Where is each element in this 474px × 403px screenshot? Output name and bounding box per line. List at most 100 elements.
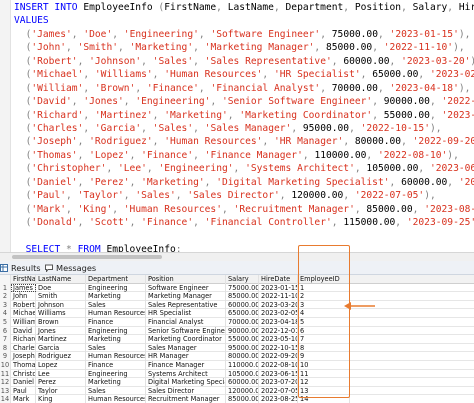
code-line[interactable]: ('Joseph', 'Rodriguez', 'Human Resources… xyxy=(14,135,474,148)
cell-firstname[interactable]: Thomas xyxy=(11,361,36,370)
table-row[interactable]: 3 Robert Johnson Sales Sales Representative 6… xyxy=(0,300,474,310)
row-number[interactable]: 8 xyxy=(0,343,11,353)
row-number[interactable]: 3 xyxy=(0,300,11,310)
table-row[interactable]: 1 James Doe Engineering Software Engineer 750… xyxy=(0,283,474,293)
cell-lastname[interactable]: Brown xyxy=(36,318,86,327)
cell-lastname[interactable]: Perez xyxy=(36,378,86,387)
cell-hiredate[interactable]: 2023-03-20 xyxy=(259,300,298,310)
cell-department[interactable]: Marketing xyxy=(86,378,146,387)
cell-employeeid[interactable]: 9 xyxy=(298,352,350,361)
cell-lastname[interactable]: Williams xyxy=(36,309,86,318)
cell-salary[interactable]: 95000.00 xyxy=(226,343,259,353)
table-row[interactable]: 11ChristopherLeeEngineeringSystems Archi… xyxy=(0,369,474,379)
row-number[interactable]: 10 xyxy=(0,361,11,370)
cell-firstname[interactable]: Joseph xyxy=(11,352,36,361)
cell-hiredate[interactable]: 2022-09-20 xyxy=(259,352,298,361)
cell-position[interactable]: Digital Marketing Specialist xyxy=(146,378,226,387)
header-firstname[interactable]: FirstName xyxy=(11,275,36,284)
cell-department[interactable]: Marketing xyxy=(86,292,146,301)
code-line[interactable]: ('Mark', 'King', 'Human Resources', 'Rec… xyxy=(14,203,474,216)
header-hiredate[interactable]: HireDate xyxy=(259,275,298,284)
cell-position[interactable]: Software Engineer xyxy=(146,283,226,293)
cell-department[interactable]: Finance xyxy=(86,361,146,370)
table-row[interactable]: 10ThomasLopezFinanceFinance Manager11000… xyxy=(0,361,474,370)
row-number[interactable]: 7 xyxy=(0,335,11,344)
cell-salary[interactable]: 60000.00 xyxy=(226,378,259,387)
cell-employeeid[interactable]: 10 xyxy=(298,361,350,370)
cell-department[interactable]: Finance xyxy=(86,318,146,327)
cell-department[interactable]: Engineering xyxy=(86,369,146,379)
cell-hiredate[interactable]: 2023-01-15 xyxy=(259,283,298,293)
code-line[interactable] xyxy=(14,229,474,242)
cell-position[interactable]: Recruitment Manager xyxy=(146,395,226,403)
cell-employeeid[interactable]: 14 xyxy=(298,395,350,403)
cell-firstname[interactable]: David xyxy=(11,326,36,336)
row-number[interactable]: 11 xyxy=(0,369,11,379)
cell-salary[interactable]: 85000.00 xyxy=(226,292,259,301)
cell-department[interactable]: Human Resources xyxy=(86,395,146,403)
table-row[interactable]: 4 Michael Williams Human Resources HR Specia… xyxy=(0,309,474,318)
cell-employeeid[interactable]: 12 xyxy=(298,378,350,387)
editor-horizontal-scrollbar[interactable] xyxy=(0,252,474,261)
cell-employeeid[interactable]: 1 xyxy=(298,283,350,293)
cell-hiredate[interactable]: 2023-05-10 xyxy=(259,335,298,344)
code-line[interactable]: ('Robert', 'Johnson', 'Sales', 'Sales Re… xyxy=(14,55,474,68)
code-line[interactable]: ('Charles', 'Garcia', 'Sales', 'Sales Ma… xyxy=(14,122,474,135)
table-row[interactable]: 6 David Jones Engineering Senior Software En… xyxy=(0,326,474,336)
cell-hiredate[interactable]: 2023-06-15 xyxy=(259,369,298,379)
cell-position[interactable]: HR Specialist xyxy=(146,309,226,318)
header-position[interactable]: Position xyxy=(146,275,226,284)
code-line[interactable]: INSERT INTO EmployeeInfo (FirstName, Las… xyxy=(14,1,474,14)
cell-position[interactable]: Marketing Manager xyxy=(146,292,226,301)
code-line[interactable]: ('Christopher', 'Lee', 'Engineering', 'S… xyxy=(14,162,474,175)
cell-salary[interactable]: 60000.00 xyxy=(226,300,259,310)
cell-firstname[interactable]: William xyxy=(11,318,36,327)
table-row[interactable]: 13PaulTaylorSalesSales Director120000.00… xyxy=(0,386,474,396)
code-line[interactable]: ('David', 'Jones', 'Engineering', 'Senio… xyxy=(14,95,474,108)
cell-salary[interactable]: 80000.00 xyxy=(226,352,259,361)
cell-hiredate[interactable]: 2023-08-25 xyxy=(259,395,298,403)
code-line[interactable]: ('Michael', 'Williams', 'Human Resources… xyxy=(14,68,474,81)
row-number[interactable]: 2 xyxy=(0,292,11,301)
cell-department[interactable]: Sales xyxy=(86,386,146,396)
row-number[interactable]: 6 xyxy=(0,326,11,336)
cell-employeeid[interactable]: 3 xyxy=(298,300,350,310)
table-row[interactable]: 5 William Brown Finance Financial Analyst 700… xyxy=(0,318,474,327)
cell-hiredate[interactable]: 2023-07-20 xyxy=(259,378,298,387)
cell-lastname[interactable]: Doe xyxy=(36,283,86,293)
cell-lastname[interactable]: Rodriguez xyxy=(36,352,86,361)
cell-salary[interactable]: 90000.00 xyxy=(226,326,259,336)
table-row[interactable]: 12 Daniel Perez Marketing Digital Marketing … xyxy=(0,378,474,387)
cell-position[interactable]: Finance Manager xyxy=(146,361,226,370)
cell-lastname[interactable]: Lee xyxy=(36,369,86,379)
cell-lastname[interactable]: Jones xyxy=(36,326,86,336)
cell-position[interactable]: HR Manager xyxy=(146,352,226,361)
code-line[interactable]: ('Richard', 'Martinez', 'Marketing', 'Ma… xyxy=(14,109,474,122)
cell-firstname[interactable]: Daniel xyxy=(11,378,36,387)
cell-firstname[interactable]: John xyxy=(11,292,36,301)
code-line[interactable]: ('William', 'Brown', 'Finance', 'Financi… xyxy=(14,82,474,95)
cell-firstname[interactable]: Charles xyxy=(11,343,36,353)
cell-lastname[interactable]: Smith xyxy=(36,292,86,301)
cell-position[interactable]: Sales Director xyxy=(146,386,226,396)
cell-department[interactable]: Human Resources xyxy=(86,352,146,361)
cell-employeeid[interactable]: 7 xyxy=(298,335,350,344)
row-number[interactable]: 13 xyxy=(0,386,11,396)
cell-employeeid[interactable]: 5 xyxy=(298,318,350,327)
cell-department[interactable]: Sales xyxy=(86,300,146,310)
tab-messages[interactable]: Messages xyxy=(45,262,96,274)
cell-lastname[interactable]: King xyxy=(36,395,86,403)
cell-employeeid[interactable]: 13 xyxy=(298,386,350,396)
cell-lastname[interactable]: Martinez xyxy=(36,335,86,344)
code-line[interactable]: ('Paul', 'Taylor', 'Sales', 'Sales Direc… xyxy=(14,189,474,202)
cell-employeeid[interactable]: 4 xyxy=(298,309,350,318)
cell-hiredate[interactable]: 2023-02-05 xyxy=(259,309,298,318)
table-row[interactable]: 7 Richard Martinez Marketing Marketing Coord… xyxy=(0,335,474,344)
cell-hiredate[interactable]: 2022-07-05 xyxy=(259,386,298,396)
code-line[interactable]: ('Daniel', 'Perez', 'Marketing', 'Digita… xyxy=(14,176,474,189)
row-number[interactable]: 4 xyxy=(0,309,11,318)
cell-employeeid[interactable]: 11 xyxy=(298,369,350,379)
code-line[interactable]: ('Thomas', 'Lopez', 'Finance', 'Finance … xyxy=(14,149,474,162)
cell-lastname[interactable]: Johnson xyxy=(36,300,86,310)
cell-salary[interactable]: 55000.00 xyxy=(226,335,259,344)
